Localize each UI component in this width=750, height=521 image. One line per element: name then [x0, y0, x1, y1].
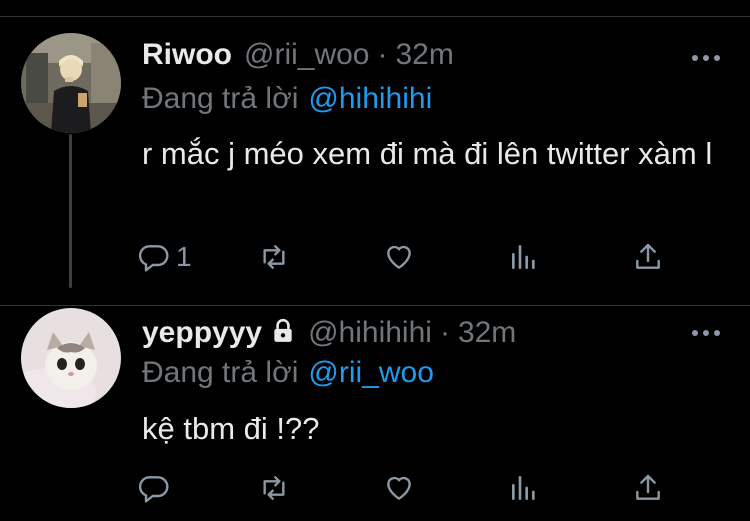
retweet-button[interactable] [258, 237, 290, 277]
replying-label: Đang trả lời [142, 356, 299, 389]
reply-mention-link[interactable]: @hihihihi [308, 82, 432, 115]
analytics-button[interactable] [508, 468, 540, 508]
reply-button[interactable] [138, 468, 176, 508]
replying-label: Đang trả lời [142, 82, 299, 115]
like-button[interactable] [383, 468, 415, 508]
retweet-button[interactable] [258, 468, 290, 508]
tweet-actions [138, 468, 678, 508]
reply-button[interactable]: 1 [138, 237, 192, 277]
analytics-icon [512, 245, 535, 269]
timestamp[interactable]: 32m [396, 38, 454, 72]
tweet-yeppyyy[interactable]: yeppyyy @hihihihi · 32m Đang trả lời @rii… [0, 306, 750, 521]
replying-to: Đang trả lời @rii_woo [142, 356, 434, 390]
tweet-actions: 1 [138, 237, 678, 277]
reply-icon [138, 476, 169, 503]
reply-icon [138, 245, 169, 272]
share-icon [636, 243, 660, 269]
avatar[interactable] [21, 308, 121, 408]
tweet-riwoo[interactable]: Riwoo @rii_woo · 32m Đang trả lời @hihihi… [0, 0, 750, 300]
reply-mention-link[interactable]: @rii_woo [308, 356, 434, 389]
display-name[interactable]: yeppyyy [142, 316, 262, 350]
like-button[interactable] [383, 237, 415, 277]
like-icon [387, 476, 411, 500]
replying-to: Đang trả lời @hihihihi [142, 82, 432, 116]
tweet-text: kệ tbm đi !?? [142, 411, 320, 446]
tweet-text: r mắc j méo xem đi mà đi lên twitter xàm… [142, 136, 713, 171]
reply-count: 1 [176, 241, 192, 272]
retweet-icon [263, 476, 285, 500]
share-button[interactable] [632, 237, 664, 277]
lock-icon [274, 318, 292, 342]
timestamp[interactable]: 32m [458, 316, 516, 350]
like-icon [387, 245, 411, 269]
share-button[interactable] [632, 468, 664, 508]
user-handle[interactable]: @rii_woo [244, 38, 370, 72]
avatar[interactable] [21, 33, 121, 133]
analytics-button[interactable] [508, 237, 540, 277]
more-icon[interactable] [690, 51, 722, 65]
separator-dot: · [377, 38, 388, 71]
share-icon [636, 474, 660, 500]
display-name[interactable]: Riwoo [142, 38, 232, 72]
analytics-icon [512, 476, 535, 500]
more-icon[interactable] [690, 326, 722, 340]
separator-dot: · [439, 316, 450, 349]
retweet-icon [263, 245, 285, 269]
user-handle[interactable]: @hihihihi [308, 316, 432, 350]
